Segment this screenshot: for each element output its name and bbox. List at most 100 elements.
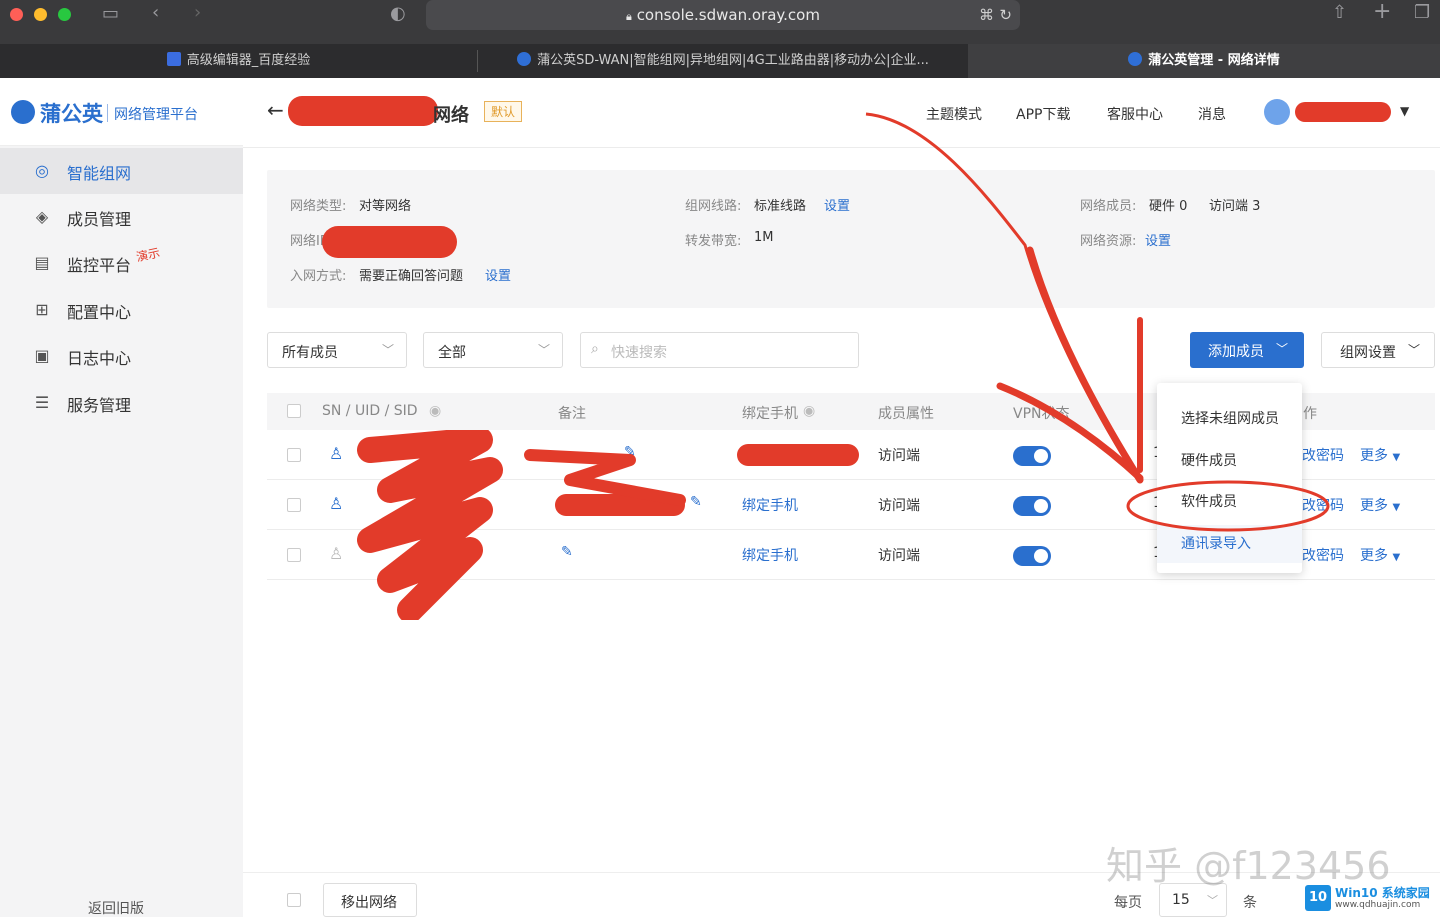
chevron-down-icon: ﹀ (1207, 894, 1218, 907)
network-settings-button-label: 组网设置 (1340, 345, 1396, 361)
join-method-settings-link[interactable]: 设置 (485, 265, 511, 284)
back-arrow-icon[interactable]: ← (267, 98, 284, 122)
change-password-link[interactable]: 改密码 (1302, 445, 1344, 465)
sidebar-item-monitor[interactable]: ▤ 监控平台 演示 (0, 240, 243, 286)
minimize-window-button[interactable] (34, 8, 47, 21)
network-resources-settings-link[interactable]: 设置 (1145, 230, 1171, 249)
share-icon[interactable]: ⇧ (1332, 3, 1347, 23)
sidebar-item-label: 成员管理 (67, 210, 132, 229)
caret-down-icon: ▼ (1392, 502, 1401, 513)
status-select[interactable]: 全部 ﹀ (423, 332, 563, 368)
site-badge-title: Win10 系统家园 (1335, 886, 1430, 900)
member-attribute: 访问端 (878, 448, 920, 464)
avatar[interactable] (1264, 99, 1290, 125)
sidebar-toggle-icon[interactable]: ▭ (102, 4, 119, 24)
menu-item-contacts-import[interactable]: 通讯录导入 (1181, 533, 1251, 553)
network-settings-button[interactable]: 组网设置 ﹀ (1321, 332, 1435, 368)
more-actions-link[interactable]: 更多 ▼ (1360, 445, 1400, 465)
oray-icon (1128, 52, 1143, 66)
network-line-label: 组网线路: (685, 199, 742, 214)
add-member-dropdown: 选择未组网成员 硬件成员 软件成员 通讯录导入 (1157, 383, 1302, 573)
tab-network-detail[interactable]: 蒲公英管理 - 网络详情 (968, 44, 1440, 78)
vpn-toggle[interactable] (1013, 446, 1051, 466)
theme-mode-link[interactable]: 主题模式 (926, 104, 982, 124)
document-icon: ☰ (34, 393, 50, 412)
bind-phone-link[interactable]: 绑定手机 (742, 495, 798, 515)
caret-down-icon: ▼ (1392, 452, 1401, 463)
back-to-old-version-link[interactable]: 返回旧版 (88, 898, 144, 918)
vpn-toggle[interactable] (1013, 546, 1051, 566)
redacted-phone (737, 444, 859, 466)
pencil-icon[interactable]: ✎ (690, 494, 702, 510)
sidebar-item-smart-network[interactable]: ◎ 智能组网 (0, 148, 243, 194)
add-member-button[interactable]: 添加成员 ﹀ (1190, 332, 1304, 368)
translate-icon[interactable]: ⌘ (979, 0, 994, 30)
tab-label: 高级编辑器_百度经验 (186, 53, 311, 68)
remove-from-network-button[interactable]: 移出网络 (323, 883, 417, 917)
tab-oray-home[interactable]: 蒲公英SD-WAN|智能组网|异地组网|4G工业路由器|移动办公|企业... (478, 44, 968, 78)
tab-label: 蒲公英管理 - 网络详情 (1148, 53, 1280, 68)
sidebar-item-logs[interactable]: ▣ 日志中心 (0, 333, 243, 379)
tab-overview-icon[interactable]: ❐ (1414, 3, 1430, 23)
network-type-value: 对等网络 (359, 199, 412, 214)
demo-badge: 演示 (134, 245, 162, 265)
network-line-settings-link[interactable]: 设置 (824, 195, 850, 214)
sidebar: 蒲公英 网络管理平台 ◎ 智能组网 ◈ 成员管理 ▤ 监控平台 演示 ⊞ 配置中… (0, 78, 243, 917)
status-select-value: 全部 (438, 345, 466, 361)
account-dropdown-icon[interactable]: ▼ (1400, 104, 1409, 118)
forward-icon[interactable]: › (194, 3, 201, 23)
shield-icon[interactable]: ◐ (390, 4, 406, 24)
zoom-window-button[interactable] (58, 8, 71, 21)
menu-item-select-unjoined[interactable]: 选择未组网成员 (1181, 408, 1279, 428)
sidebar-item-services[interactable]: ☰ 服务管理 (0, 380, 243, 426)
caret-down-icon: ▼ (1392, 552, 1401, 563)
network-members-label: 网络成员: (1080, 199, 1137, 214)
app-download-link[interactable]: APP下载 (1016, 104, 1070, 124)
menu-item-hardware-member[interactable]: 硬件成员 (1181, 450, 1237, 470)
select-all-checkbox[interactable] (287, 404, 301, 418)
row-checkbox[interactable] (287, 498, 301, 512)
oray-icon (517, 52, 532, 66)
close-window-button[interactable] (10, 8, 23, 21)
messages-link[interactable]: 消息 (1198, 104, 1226, 124)
sidebar-item-config[interactable]: ⊞ 配置中心 (0, 287, 243, 333)
network-type-label: 网络类型: (290, 199, 347, 214)
support-center-link[interactable]: 客服中心 (1107, 104, 1163, 124)
column-header-sn: SN / UID / SID (322, 403, 418, 419)
column-header-actions: 作 (1303, 406, 1317, 422)
eye-icon[interactable]: ◉ (429, 403, 441, 419)
eye-icon[interactable]: ◉ (803, 403, 815, 419)
menu-item-software-member[interactable]: 软件成员 (1181, 491, 1237, 511)
change-password-link[interactable]: 改密码 (1302, 495, 1344, 515)
select-all-footer-checkbox[interactable] (287, 893, 301, 907)
more-actions-link[interactable]: 更多 ▼ (1360, 495, 1400, 515)
site-badge: 10 Win10 系统家园 www.qdhuajin.com (1303, 883, 1437, 913)
address-bar[interactable]: 🔒︎ console.sdwan.oray.com ⌘ ↻ (426, 0, 1020, 30)
logo[interactable]: 蒲公英 网络管理平台 (0, 78, 243, 146)
clipboard-icon: ▣ (34, 346, 50, 365)
more-actions-link[interactable]: 更多 ▼ (1360, 545, 1400, 565)
back-icon[interactable]: ‹ (152, 3, 159, 23)
tab-baidu[interactable]: 高级编辑器_百度经验 (0, 44, 477, 78)
vpn-toggle[interactable] (1013, 496, 1051, 516)
search-icon: ⌕ (591, 341, 599, 357)
search-input[interactable]: ⌕ 快速搜索 (580, 332, 859, 368)
row-checkbox[interactable] (287, 548, 301, 562)
sidebar-item-members[interactable]: ◈ 成员管理 (0, 194, 243, 240)
bandwidth-label: 转发带宽: (685, 234, 742, 249)
change-password-link[interactable]: 改密码 (1302, 545, 1344, 565)
bind-phone-link[interactable]: 绑定手机 (742, 545, 798, 565)
join-method-label: 入网方式: (290, 269, 347, 284)
redacted-network-id (322, 226, 457, 258)
zhihu-watermark: 知乎 @f123456 (1106, 844, 1391, 888)
logo-divider (107, 104, 108, 122)
reload-icon[interactable]: ↻ (999, 0, 1012, 30)
row-checkbox[interactable] (287, 448, 301, 462)
new-tab-icon[interactable]: + (1373, 1, 1391, 23)
url-text: console.sdwan.oray.com (636, 6, 820, 24)
network-resources-label: 网络资源: (1080, 234, 1137, 249)
members-hardware-count: 硬件 0 (1149, 199, 1188, 214)
member-type-select[interactable]: 所有成员 ﹀ (267, 332, 407, 368)
members-access-count: 访问端 3 (1209, 199, 1261, 214)
page-header: ← 网络 默认 主题模式 APP下载 客服中心 消息 ▼ (243, 78, 1440, 148)
